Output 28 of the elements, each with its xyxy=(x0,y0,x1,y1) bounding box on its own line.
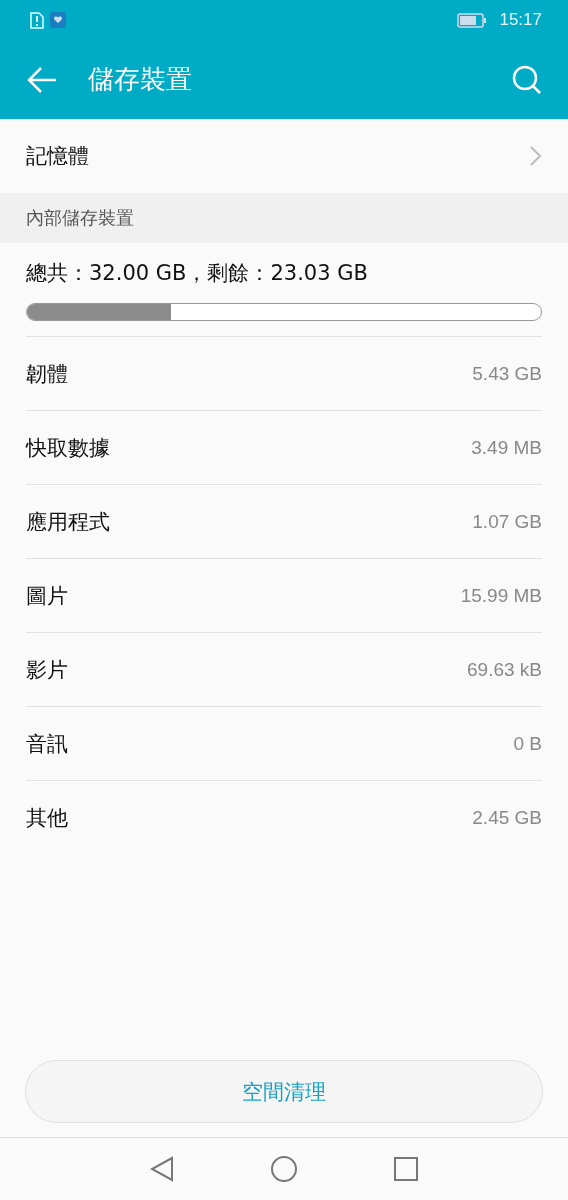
page-title: 儲存裝置 xyxy=(88,63,193,96)
category-label: 韌體 xyxy=(26,360,68,388)
category-label: 圖片 xyxy=(26,582,68,610)
category-label: 其他 xyxy=(26,804,68,832)
category-size: 3.49 MB xyxy=(471,436,542,459)
home-nav-icon[interactable] xyxy=(270,1155,298,1183)
section-title: 內部儲存裝置 xyxy=(26,206,134,230)
sim-alert-icon xyxy=(30,11,44,29)
category-size: 69.63 kB xyxy=(467,658,542,681)
chevron-right-icon xyxy=(530,146,542,166)
category-label: 快取數據 xyxy=(26,434,110,462)
search-button[interactable] xyxy=(512,64,542,95)
category-label: 影片 xyxy=(26,656,68,684)
recents-nav-icon[interactable] xyxy=(394,1157,418,1181)
category-size: 15.99 MB xyxy=(460,584,542,607)
storage-summary: 總共：32.00 GB，剩餘：23.03 GB xyxy=(25,260,369,287)
category-size: 5.43 GB xyxy=(472,362,542,385)
category-size: 2.45 GB xyxy=(472,806,542,829)
category-label: 音訊 xyxy=(26,730,68,758)
back-nav-icon[interactable] xyxy=(150,1156,174,1182)
category-size: 0 B xyxy=(513,732,542,755)
app-notification-icon xyxy=(50,12,66,28)
back-button[interactable] xyxy=(26,65,58,94)
battery-icon xyxy=(457,12,488,28)
memory-label: 記憶體 xyxy=(26,143,89,170)
status-time: 15:17 xyxy=(499,10,542,30)
category-size: 1.07 GB xyxy=(472,510,542,533)
category-label: 應用程式 xyxy=(26,508,110,536)
